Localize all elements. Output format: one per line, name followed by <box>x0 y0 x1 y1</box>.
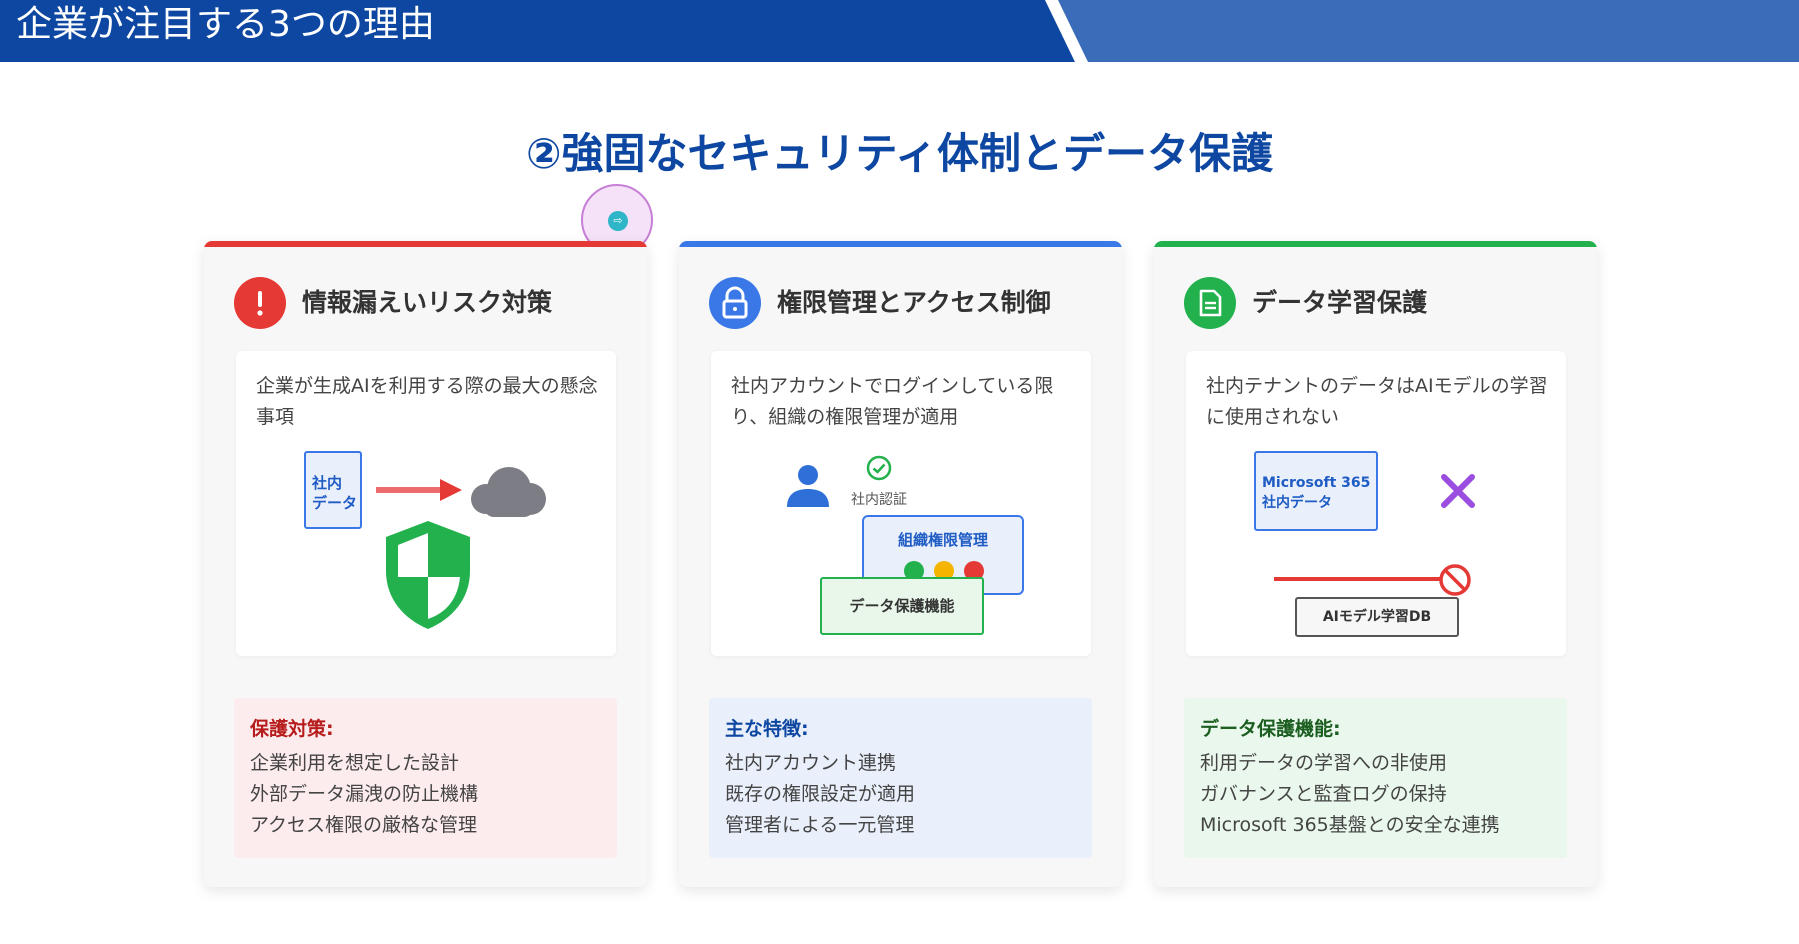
card-accent-bar <box>204 241 647 247</box>
user-icon <box>787 465 829 507</box>
list-item: 社内アカウント連携 <box>725 752 897 774</box>
features-panel: 主な特徴: 社内アカウント連携 既存の権限設定が適用 管理者による一元管理 <box>709 698 1092 858</box>
prohibited-icon <box>1439 564 1471 596</box>
list-item: 管理者による一元管理 <box>725 814 915 836</box>
arrow-right-icon <box>376 479 462 501</box>
features-list: 社内アカウント連携 既存の権限設定が適用 管理者による一元管理 <box>725 748 915 841</box>
card-illustration-panel: 企業が生成AIを利用する際の最大の懸念事項 社内 データ <box>236 351 616 656</box>
list-item: アクセス権限の厳格な管理 <box>250 814 478 836</box>
document-icon <box>1184 277 1236 329</box>
card-accent-bar <box>679 241 1122 247</box>
card-access-control: 権限管理とアクセス制御 社内アカウントでログインしている限り、組織の権限管理が適… <box>679 241 1122 887</box>
features-title: データ保護機能: <box>1200 718 1341 740</box>
card-illustration-panel: 社内アカウントでログインしている限り、組織の権限管理が適用 社内認証 組織権限管… <box>711 351 1091 656</box>
card-accent-bar <box>1154 241 1597 247</box>
list-item: 利用データの学習への非使用 <box>1200 752 1448 774</box>
check-circle-icon <box>866 455 892 481</box>
m365-data-label: Microsoft 365 社内データ <box>1262 475 1371 511</box>
ai-model-db-label: AIモデル学習DB <box>1322 609 1432 625</box>
features-panel: データ保護機能: 利用データの学習への非使用 ガバナンスと監査ログの保持 Mic… <box>1184 698 1567 858</box>
card-description: 社内アカウントでログインしている限り、組織の権限管理が適用 <box>731 375 1054 428</box>
features-title: 保護対策: <box>250 718 334 740</box>
card-title: 情報漏えいリスク対策 <box>302 288 553 317</box>
auth-label: 社内認証 <box>851 492 907 508</box>
card-description: 企業が生成AIを利用する際の最大の懸念事項 <box>256 375 598 428</box>
header-banner: 企業が注目する3つの理由 <box>0 0 1799 62</box>
cloud-icon <box>471 467 546 517</box>
card-learning-protection: データ学習保護 社内テナントのデータはAIモデルの学習に使用されない Micro… <box>1154 241 1597 887</box>
ai-model-db-box: AIモデル学習DB <box>1295 597 1459 637</box>
card-leak-risk: 情報漏えいリスク対策 企業が生成AIを利用する際の最大の懸念事項 社内 データ … <box>204 241 647 887</box>
list-item: 企業利用を想定した設計 <box>250 752 460 774</box>
m365-data-box: Microsoft 365 社内データ <box>1254 451 1378 531</box>
features-title: 主な特徴: <box>725 718 809 740</box>
list-item: ガバナンスと監査ログの保持 <box>1200 783 1447 805</box>
internal-data-document-icon: 社内 データ <box>304 451 362 529</box>
cursor-pointer-icon: ⇨ <box>608 211 628 231</box>
card-illustration-panel: 社内テナントのデータはAIモデルの学習に使用されない Microsoft 365… <box>1186 351 1566 656</box>
data-protection-box: データ保護機能 <box>820 577 984 635</box>
card-description: 社内テナントのデータはAIモデルの学習に使用されない <box>1206 375 1548 428</box>
features-panel: 保護対策: 企業利用を想定した設計 外部データ漏洩の防止機構 アクセス権限の厳格… <box>234 698 617 858</box>
exclamation-icon <box>234 277 286 329</box>
lock-icon <box>709 277 761 329</box>
list-item: Microsoft 365基盤との安全な連携 <box>1200 814 1500 836</box>
header-title: 企業が注目する3つの理由 <box>16 4 435 45</box>
list-item: 既存の権限設定が適用 <box>725 783 916 805</box>
data-protection-label: データ保護機能 <box>849 597 955 615</box>
card-title: データ学習保護 <box>1252 288 1428 317</box>
blocked-connection-line <box>1274 577 1442 581</box>
shield-icon <box>386 521 470 629</box>
section-title: ②強固なセキュリティ体制とデータ保護 <box>525 129 1274 178</box>
org-permission-label: 組織権限管理 <box>897 531 988 549</box>
list-item: 外部データ漏洩の防止機構 <box>250 783 479 805</box>
features-list: 企業利用を想定した設計 外部データ漏洩の防止機構 アクセス権限の厳格な管理 <box>250 748 478 841</box>
cross-icon <box>1441 474 1475 508</box>
doc-label: 社内 データ <box>312 474 358 512</box>
card-title: 権限管理とアクセス制御 <box>777 288 1051 317</box>
features-list: 利用データの学習への非使用 ガバナンスと監査ログの保持 Microsoft 36… <box>1200 748 1500 841</box>
